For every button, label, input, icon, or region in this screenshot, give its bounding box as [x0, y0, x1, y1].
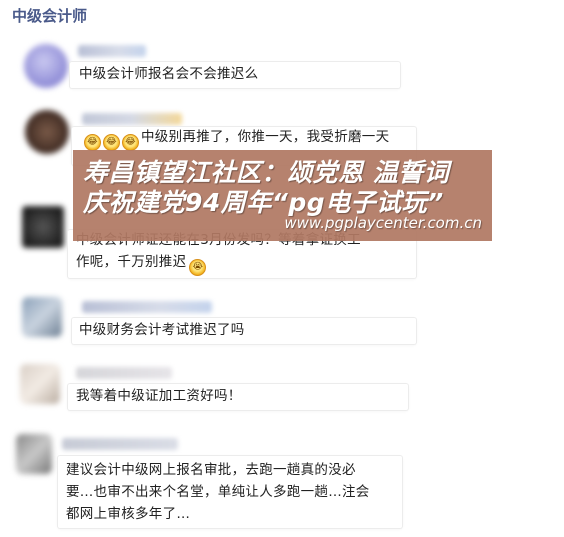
avatar[interactable]	[25, 110, 69, 154]
avatar[interactable]	[16, 434, 52, 474]
comment-text: 中级财务会计考试推迟了吗	[79, 322, 245, 338]
crying-emoji-icon: 😭	[189, 259, 207, 276]
laughing-emoji-icon: 😂	[103, 134, 120, 151]
comment-text: 😂 😂 😂 中级别再推了，你推一天，我受折磨一天	[84, 126, 412, 151]
avatar[interactable]	[22, 206, 64, 248]
overlay-title-line-1: 寿昌镇望江社区：颂党恩 温誓词	[83, 158, 450, 187]
overlay-title: 寿昌镇望江社区：颂党恩 温誓词 庆祝建党94周年“pg电子试玩”	[83, 158, 449, 218]
promo-overlay-banner[interactable]: 寿昌镇望江社区：颂党恩 温誓词 庆祝建党94周年“pg电子试玩” www.pgp…	[73, 150, 492, 241]
comment-text: 中级会计师报名会不会推迟么	[79, 66, 259, 82]
comment-text-line-2: 要…也审不出来个名堂，单纯让人多跑一趟…注会	[66, 484, 370, 500]
laughing-emoji-icon: 😂	[122, 134, 139, 151]
username-blurred	[78, 45, 146, 57]
avatar[interactable]	[24, 44, 68, 88]
username-blurred	[62, 438, 178, 450]
comment-text-body: 中级别再推了，你推一天，我受折磨一天	[141, 129, 390, 145]
comment-text: 我等着中级证加工资好吗！	[76, 388, 242, 404]
comment-text-line-3: 都网上审核多年了…	[66, 506, 191, 522]
avatar[interactable]	[22, 297, 62, 337]
username-blurred	[82, 113, 182, 125]
laughing-emoji-icon: 😂	[84, 134, 101, 151]
comment-text-line-2: 作呢，千万别推迟 😭	[76, 251, 208, 276]
username-blurred	[76, 367, 172, 379]
overlay-url: www.pgplaycenter.com.cn	[284, 214, 482, 232]
username-blurred	[82, 301, 212, 313]
comment-text-line-1: 建议会计中级网上报名审批，去跑一趟真的没必	[66, 462, 356, 478]
section-title: 中级会计师	[12, 7, 88, 25]
avatar[interactable]	[20, 364, 60, 404]
